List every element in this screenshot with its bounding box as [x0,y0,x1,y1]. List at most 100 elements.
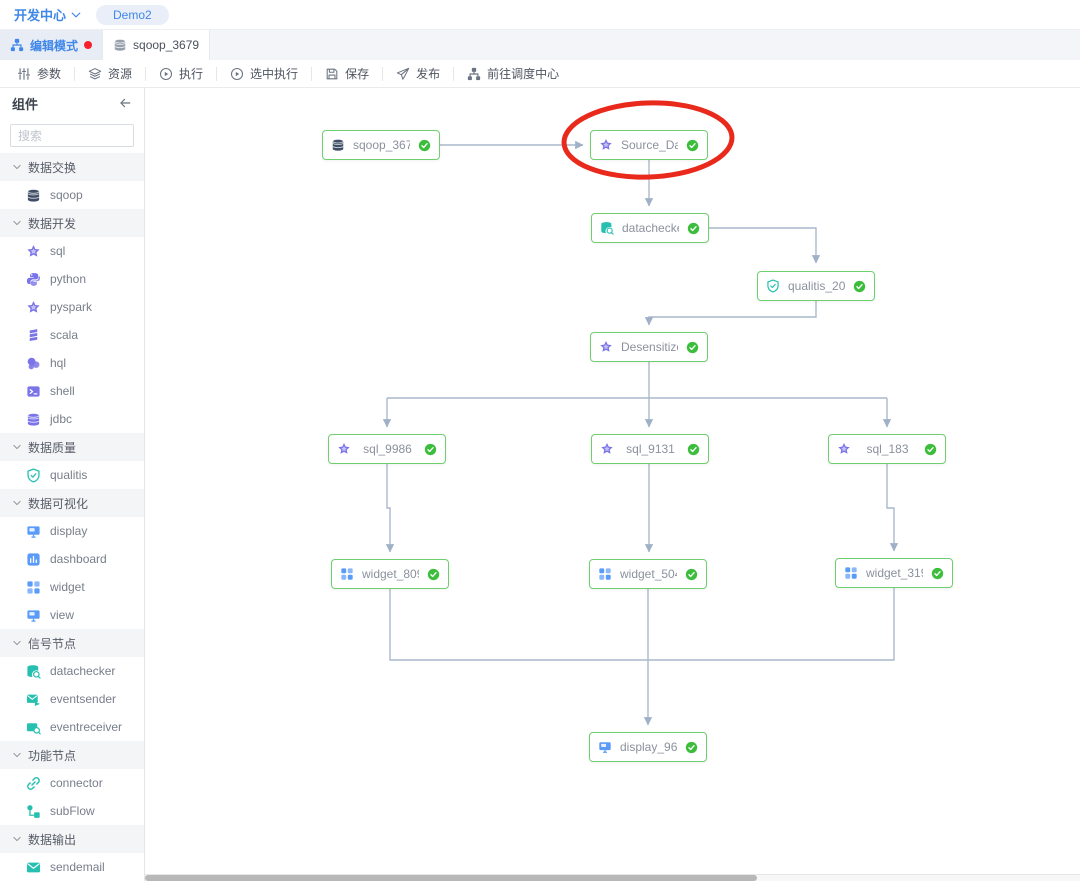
shell-icon [26,384,41,399]
sidebar-item-eventsender[interactable]: eventsender [0,685,144,713]
group-function-nodes[interactable]: 功能节点 [0,741,144,769]
canvas-node-display-9653[interactable]: display_9653 [589,732,707,762]
collapse-arrow-icon[interactable] [118,96,132,110]
success-badge-icon [931,567,944,580]
publish-button[interactable]: 发布 [383,60,453,87]
node-label: qualitis_2000 [788,279,845,293]
sidebar-item-datachecker[interactable]: datachecker [0,657,144,685]
paper-plane-icon [396,67,410,81]
item-label: eventsender [50,692,116,706]
sidebar-item-shell[interactable]: shell [0,377,144,405]
item-label: jdbc [50,412,72,426]
star-icon [600,442,614,456]
workflow-canvas[interactable]: sqoop_3679 Source_Data datachecker... qu… [145,88,1080,881]
sidebar-item-jdbc[interactable]: jdbc [0,405,144,433]
workspace-menu[interactable]: 开发中心 [14,5,82,24]
item-label: scala [50,328,78,342]
canvas-node-sqoop-3679[interactable]: sqoop_3679 [322,130,440,160]
resources-button[interactable]: 资源 [75,60,145,87]
monitor-icon [598,740,612,754]
star-icon [599,340,613,354]
sidebar-item-sendemail[interactable]: sendemail [0,853,144,881]
project-tab-demo2[interactable]: Demo2 [96,5,169,25]
sidebar-item-pyspark[interactable]: pyspark [0,293,144,321]
layers-icon [88,67,102,81]
chevron-down-icon [12,498,22,508]
star-icon [599,138,613,152]
sidebar-item-python[interactable]: python [0,265,144,293]
node-label: sqoop_3679 [353,138,410,152]
item-label: dashboard [50,552,107,566]
sidebar-item-sqoop[interactable]: sqoop [0,181,144,209]
group-data-output[interactable]: 数据输出 [0,825,144,853]
chevron-down-icon [12,750,22,760]
monitor-icon [26,608,41,623]
canvas-node-datachecker[interactable]: datachecker... [591,213,709,243]
success-badge-icon [924,443,937,456]
group-label: 数据可视化 [28,495,88,512]
save-button[interactable]: 保存 [312,60,382,87]
canvas-node-sql-183[interactable]: sql_183 [828,434,946,464]
group-label: 信号节点 [28,635,76,652]
widget-grid-icon [26,580,41,595]
tab-sqoop-3679[interactable]: sqoop_3679 [103,30,210,60]
sidebar-item-dashboard[interactable]: dashboard [0,545,144,573]
group-data-viz[interactable]: 数据可视化 [0,489,144,517]
sidebar-item-connector[interactable]: connector [0,769,144,797]
canvas-node-qualitis-2000[interactable]: qualitis_2000 [757,271,875,301]
tool-label: 资源 [108,65,132,82]
sidebar-item-hql[interactable]: hql [0,349,144,377]
sidebar-item-qualitis[interactable]: qualitis [0,461,144,489]
success-badge-icon [686,139,699,152]
execute-button[interactable]: 执行 [146,60,216,87]
star-icon [26,244,41,259]
node-label: widget_5045 [620,567,677,581]
success-badge-icon [418,139,431,152]
database-icon [331,138,345,152]
play-circle-icon [159,67,173,81]
canvas-node-desensitized[interactable]: Desensitized... [590,332,708,362]
node-label: display_9653 [620,740,677,754]
sidebar-item-sql[interactable]: sql [0,237,144,265]
sidebar-item-scala[interactable]: scala [0,321,144,349]
sidebar-item-display[interactable]: display [0,517,144,545]
execute-selected-button[interactable]: 选中执行 [217,60,311,87]
goto-scheduler-button[interactable]: 前往调度中心 [454,60,572,87]
tool-label: 前往调度中心 [487,65,559,82]
database-icon [113,38,127,52]
node-label: Source_Data [621,138,678,152]
group-signal-nodes[interactable]: 信号节点 [0,629,144,657]
item-label: sendemail [50,860,105,874]
chevron-down-icon [12,638,22,648]
sidebar-item-widget[interactable]: widget [0,573,144,601]
dashboard-icon [26,552,41,567]
workflow-edges [145,88,1080,881]
node-label: widget_3197 [866,566,923,580]
canvas-node-sql-9131[interactable]: sql_9131 [591,434,709,464]
sidebar-item-subflow[interactable]: subFlow [0,797,144,825]
sidebar-item-view[interactable]: view [0,601,144,629]
search-input[interactable] [10,124,134,147]
sidebar-item-eventreceiver[interactable]: eventreceiver [0,713,144,741]
canvas-node-widget-5045[interactable]: widget_5045 [589,559,707,589]
success-badge-icon [685,741,698,754]
item-label: python [50,272,86,286]
shield-check-icon [766,279,780,293]
canvas-node-source-data[interactable]: Source_Data [590,130,708,160]
params-button[interactable]: 参数 [4,60,74,87]
database-search-icon [600,221,614,235]
scrollbar-thumb[interactable] [145,875,757,881]
group-data-dev[interactable]: 数据开发 [0,209,144,237]
success-badge-icon [424,443,437,456]
chevron-down-icon [12,442,22,452]
canvas-node-widget-3197[interactable]: widget_3197 [835,558,953,588]
group-data-quality[interactable]: 数据质量 [0,433,144,461]
monitor-icon [26,524,41,539]
canvas-node-sql-9986[interactable]: sql_9986 [328,434,446,464]
tab-edit-mode[interactable]: 编辑模式 [0,30,103,60]
group-data-exchange[interactable]: 数据交换 [0,153,144,181]
camera-search-icon [26,720,41,735]
tool-label: 保存 [345,65,369,82]
canvas-node-widget-8097[interactable]: widget_8097 [331,559,449,589]
shield-check-icon [26,468,41,483]
